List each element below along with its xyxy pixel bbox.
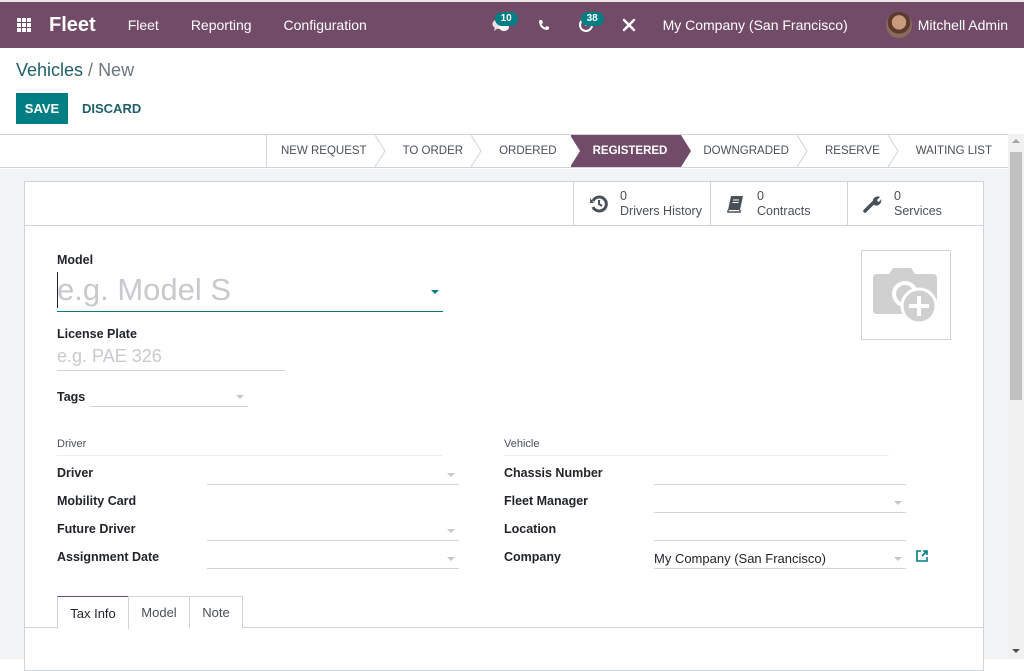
activity-menu[interactable]: 38	[563, 2, 609, 48]
license-plate-placeholder: e.g. PAE 326	[57, 346, 162, 366]
activities-count-badge: 38	[580, 12, 604, 26]
phone-icon	[538, 20, 549, 30]
future-driver-dropdown-caret-icon[interactable]	[447, 529, 455, 533]
drivers-history-count: 0	[620, 188, 627, 203]
tags-dropdown-caret-icon[interactable]	[236, 395, 244, 399]
scroll-down-arrow-icon[interactable]	[1012, 649, 1020, 653]
tools-icon	[622, 18, 635, 32]
stage-separator	[471, 135, 482, 167]
wrench-icon	[862, 193, 884, 215]
smart-button-box: 0 Drivers History 0 Contracts 0 Services	[25, 182, 983, 226]
tab-note[interactable]: Note	[189, 596, 243, 628]
license-plate-input[interactable]: e.g. PAE 326	[57, 345, 285, 371]
scrollbar-thumb[interactable]	[1010, 152, 1022, 400]
discard-button[interactable]: DISCARD	[74, 93, 149, 124]
driver-label: Driver	[57, 466, 94, 480]
assignment-date-caret-icon[interactable]	[447, 557, 455, 561]
menu-fleet[interactable]: Fleet	[112, 17, 175, 33]
save-button[interactable]: SAVE	[16, 93, 68, 124]
menu-reporting[interactable]: Reporting	[175, 17, 268, 33]
driver-dropdown-caret-icon[interactable]	[447, 473, 455, 477]
form-sheet: 0 Drivers History 0 Contracts 0 Services Mo…	[24, 181, 984, 671]
notebook-tabs: Tax Info Model Note	[25, 596, 983, 629]
chassis-number-input[interactable]	[654, 465, 906, 485]
services-count: 0	[894, 188, 901, 203]
model-label: Model	[57, 253, 94, 267]
messaging-menu[interactable]: 10	[477, 2, 525, 48]
status-bar: NEW REQUEST TO ORDER ORDERED REGISTERED …	[0, 134, 1008, 168]
tab-tax-info[interactable]: Tax Info	[57, 596, 129, 629]
company-input[interactable]: My Company (San Francisco)	[654, 549, 906, 569]
company-label: Company	[504, 550, 561, 564]
tags-input[interactable]	[90, 387, 248, 407]
driver-input[interactable]	[207, 465, 459, 485]
tags-label: Tags	[57, 390, 86, 404]
messages-count-badge: 10	[494, 12, 518, 26]
company-dropdown-caret-icon[interactable]	[894, 557, 902, 561]
contracts-label: Contracts	[757, 203, 811, 218]
debug-tools-button[interactable]	[609, 2, 649, 48]
tab-model[interactable]: Model	[128, 596, 190, 628]
user-menu[interactable]: Mitchell Admin	[866, 12, 1024, 38]
vehicle-group-title: Vehicle	[504, 438, 889, 456]
future-driver-label: Future Driver	[57, 522, 136, 536]
fleet-manager-dropdown-caret-icon[interactable]	[894, 501, 902, 505]
stage-separator	[374, 135, 386, 167]
stage-reserve[interactable]: RESERVE	[803, 135, 899, 167]
camera-add-icon	[873, 268, 938, 325]
book-icon	[725, 193, 747, 215]
future-driver-input[interactable]	[207, 521, 459, 541]
apps-menu-icon[interactable]	[0, 2, 48, 48]
assignment-date-label: Assignment Date	[57, 550, 160, 564]
stage-registered[interactable]: REGISTERED	[569, 135, 692, 167]
fleet-manager-label: Fleet Manager	[504, 494, 589, 508]
model-placeholder: e.g. Model S	[57, 272, 232, 307]
license-plate-label: License Plate	[57, 327, 137, 341]
services-label: Services	[894, 203, 942, 218]
mobility-card-input[interactable]	[207, 493, 459, 513]
location-input[interactable]	[654, 521, 906, 541]
breadcrumb-current: New	[98, 60, 135, 80]
voip-call-button[interactable]	[525, 2, 563, 48]
company-switcher[interactable]: My Company (San Francisco)	[649, 17, 866, 33]
page-scrollbar[interactable]	[1008, 134, 1024, 659]
menu-configuration[interactable]: Configuration	[268, 17, 383, 33]
chassis-number-label: Chassis Number	[504, 466, 603, 480]
breadcrumb: Vehicles / New	[16, 60, 134, 81]
stage-ordered[interactable]: ORDERED	[477, 135, 571, 167]
breadcrumb-separator: /	[83, 60, 99, 80]
model-input[interactable]: e.g. Model S	[57, 270, 443, 312]
drivers-history-label: Drivers History	[620, 203, 702, 218]
location-label: Location	[504, 522, 557, 536]
services-button[interactable]: 0 Services	[847, 182, 984, 225]
assignment-date-input[interactable]	[207, 549, 459, 569]
contracts-button[interactable]: 0 Contracts	[710, 182, 847, 225]
stage-separator	[887, 135, 899, 167]
drivers-history-button[interactable]: 0 Drivers History	[573, 182, 710, 225]
external-link-icon[interactable]	[915, 549, 929, 568]
stage-list: NEW REQUEST TO ORDER ORDERED REGISTERED …	[265, 135, 1008, 167]
contracts-count: 0	[757, 188, 764, 203]
mobility-card-label: Mobility Card	[57, 494, 137, 508]
stage-new-request[interactable]: NEW REQUEST	[267, 135, 386, 167]
stage-downgraded[interactable]: DOWNGRADED	[681, 135, 808, 167]
app-brand[interactable]: Fleet	[49, 14, 96, 37]
scroll-up-arrow-icon[interactable]	[1012, 139, 1020, 143]
fleet-manager-input[interactable]	[654, 493, 906, 513]
top-navbar: Fleet Fleet Reporting Configuration 10 3…	[0, 0, 1024, 48]
history-icon	[588, 193, 610, 215]
company-value: My Company (San Francisco)	[654, 551, 826, 566]
stage-waiting-list[interactable]: WAITING LIST	[894, 135, 1008, 167]
breadcrumb-vehicles-link[interactable]: Vehicles	[16, 60, 83, 80]
model-dropdown-caret-icon[interactable]	[431, 290, 439, 294]
user-name: Mitchell Admin	[917, 17, 1008, 33]
stage-separator	[796, 135, 808, 167]
vehicle-image-upload[interactable]	[861, 250, 951, 340]
stage-to-order[interactable]: TO ORDER	[381, 135, 482, 167]
driver-group-title: Driver	[57, 438, 442, 456]
user-avatar	[885, 12, 912, 38]
